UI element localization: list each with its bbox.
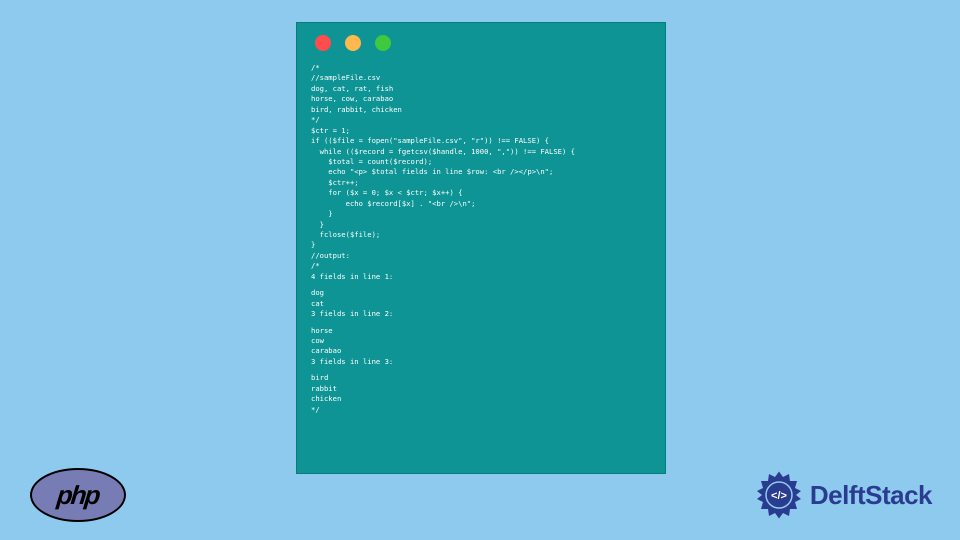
- code-line: cat: [311, 299, 651, 309]
- code-line: bird, rabbit, chicken: [311, 105, 651, 115]
- code-line: rabbit: [311, 384, 651, 394]
- code-line: /*: [311, 261, 651, 271]
- code-line: dog, cat, rat, fish: [311, 84, 651, 94]
- code-line: }: [311, 209, 651, 219]
- code-snippet: /*//sampleFile.csvdog, cat, rat, fishhor…: [311, 63, 651, 415]
- code-line: 3 fields in line 3:: [311, 357, 651, 367]
- code-line: bird: [311, 373, 651, 383]
- code-line: echo $record[$x] . "<br />\n";: [311, 199, 651, 209]
- code-line: */: [311, 405, 651, 415]
- code-line: dog: [311, 288, 651, 298]
- code-line: }: [311, 240, 651, 250]
- code-line: carabao: [311, 346, 651, 356]
- code-line: while (($record = fgetcsv($handle, 1000,…: [311, 147, 651, 157]
- code-line: for ($x = 0; $x < $ctr; $x++) {: [311, 188, 651, 198]
- gear-icon: </>: [754, 470, 804, 520]
- close-icon: [315, 35, 331, 51]
- code-line: 3 fields in line 2:: [311, 309, 651, 319]
- code-line: }: [311, 220, 651, 230]
- code-line: echo "<p> $total fields in line $row: <b…: [311, 167, 651, 177]
- code-line: horse: [311, 326, 651, 336]
- minimize-icon: [345, 35, 361, 51]
- window-traffic-lights: [315, 35, 651, 51]
- code-line: fclose($file);: [311, 230, 651, 240]
- code-line: horse, cow, carabao: [311, 94, 651, 104]
- svg-text:</>: </>: [771, 490, 787, 502]
- php-logo-text: php: [56, 480, 101, 511]
- code-line: $ctr = 1;: [311, 126, 651, 136]
- code-line: */: [311, 115, 651, 125]
- code-line: if (($file = fopen("sampleFile.csv", "r"…: [311, 136, 651, 146]
- code-line: 4 fields in line 1:: [311, 272, 651, 282]
- code-window: /*//sampleFile.csvdog, cat, rat, fishhor…: [296, 22, 666, 474]
- code-line: cow: [311, 336, 651, 346]
- code-line: //sampleFile.csv: [311, 73, 651, 83]
- php-logo: php: [30, 468, 126, 522]
- code-line: $total = count($record);: [311, 157, 651, 167]
- code-line: $ctr++;: [311, 178, 651, 188]
- code-line: chicken: [311, 394, 651, 404]
- code-line: /*: [311, 63, 651, 73]
- delftstack-logo-text: DelftStack: [810, 480, 932, 511]
- code-line: //output:: [311, 251, 651, 261]
- delftstack-logo: </> DelftStack: [754, 470, 932, 520]
- zoom-icon: [375, 35, 391, 51]
